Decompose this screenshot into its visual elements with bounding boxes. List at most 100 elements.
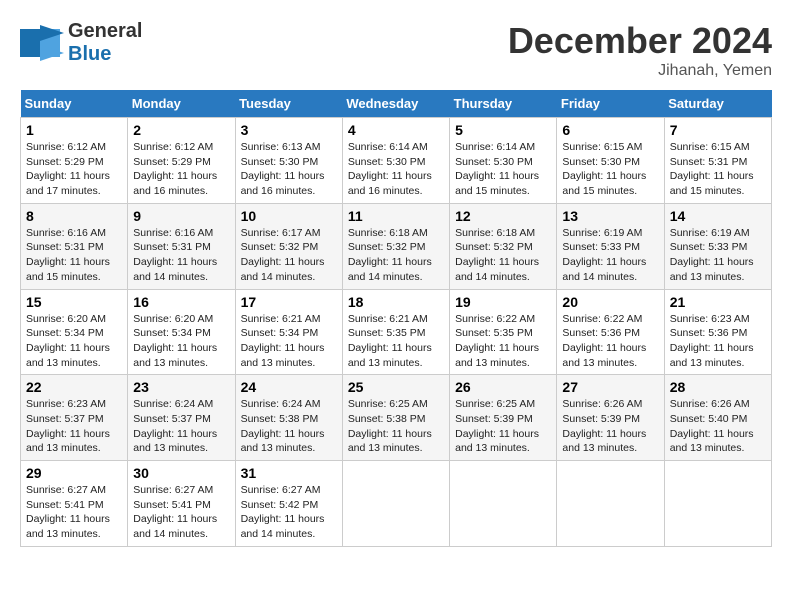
day-info: Sunrise: 6:15 AMSunset: 5:30 PMDaylight:… xyxy=(562,140,658,199)
day-number: 6 xyxy=(562,122,658,138)
empty-cell xyxy=(342,461,449,547)
day-number: 2 xyxy=(133,122,229,138)
day-number: 1 xyxy=(26,122,122,138)
empty-cell xyxy=(664,461,771,547)
day-info: Sunrise: 6:23 AMSunset: 5:37 PMDaylight:… xyxy=(26,397,122,456)
day-info: Sunrise: 6:14 AMSunset: 5:30 PMDaylight:… xyxy=(348,140,444,199)
day-number: 12 xyxy=(455,208,551,224)
calendar-day-cell: 2 Sunrise: 6:12 AMSunset: 5:29 PMDaylight… xyxy=(128,118,235,204)
empty-cell xyxy=(557,461,664,547)
day-info: Sunrise: 6:19 AMSunset: 5:33 PMDaylight:… xyxy=(670,226,766,285)
page-header: General Blue December 2024 Jihanah, Yeme… xyxy=(20,20,772,80)
day-number: 13 xyxy=(562,208,658,224)
calendar-day-cell: 16 Sunrise: 6:20 AMSunset: 5:34 PMDayligh… xyxy=(128,289,235,375)
calendar-day-cell: 11Sunrise: 6:18 AMSunset: 5:32 PMDayligh… xyxy=(342,203,449,289)
calendar-day-cell: 22 Sunrise: 6:23 AMSunset: 5:37 PMDayligh… xyxy=(21,375,128,461)
day-number: 26 xyxy=(455,379,551,395)
day-info: Sunrise: 6:22 AMSunset: 5:35 PMDaylight:… xyxy=(455,312,551,371)
calendar-day-cell: 21Sunrise: 6:23 AMSunset: 5:36 PMDayligh… xyxy=(664,289,771,375)
day-number: 4 xyxy=(348,122,444,138)
calendar-day-cell: 31Sunrise: 6:27 AMSunset: 5:42 PMDayligh… xyxy=(235,461,342,547)
day-number: 5 xyxy=(455,122,551,138)
header-thursday: Thursday xyxy=(450,90,557,118)
calendar-week-row: 15 Sunrise: 6:20 AMSunset: 5:34 PMDayligh… xyxy=(21,289,772,375)
location: Jihanah, Yemen xyxy=(508,62,772,80)
calendar-day-cell: 10 Sunrise: 6:17 AMSunset: 5:32 PMDayligh… xyxy=(235,203,342,289)
calendar-day-cell: 17Sunrise: 6:21 AMSunset: 5:34 PMDayligh… xyxy=(235,289,342,375)
day-number: 7 xyxy=(670,122,766,138)
calendar-day-cell: 29 Sunrise: 6:27 AMSunset: 5:41 PMDayligh… xyxy=(21,461,128,547)
logo-blue: Blue xyxy=(68,43,111,65)
calendar-day-cell: 4 Sunrise: 6:14 AMSunset: 5:30 PMDaylight… xyxy=(342,118,449,204)
calendar-day-cell: 30Sunrise: 6:27 AMSunset: 5:41 PMDayligh… xyxy=(128,461,235,547)
calendar-day-cell: 20Sunrise: 6:22 AMSunset: 5:36 PMDayligh… xyxy=(557,289,664,375)
day-info: Sunrise: 6:18 AMSunset: 5:32 PMDaylight:… xyxy=(348,226,444,285)
day-info: Sunrise: 6:20 AMSunset: 5:34 PMDaylight:… xyxy=(26,312,122,371)
day-info: Sunrise: 6:25 AMSunset: 5:39 PMDaylight:… xyxy=(455,397,551,456)
day-number: 24 xyxy=(241,379,337,395)
header-saturday: Saturday xyxy=(664,90,771,118)
day-info: Sunrise: 6:15 AMSunset: 5:31 PMDaylight:… xyxy=(670,140,766,199)
day-info: Sunrise: 6:18 AMSunset: 5:32 PMDaylight:… xyxy=(455,226,551,285)
empty-cell xyxy=(450,461,557,547)
calendar-day-cell: 5 Sunrise: 6:14 AMSunset: 5:30 PMDaylight… xyxy=(450,118,557,204)
day-number: 15 xyxy=(26,294,122,310)
header-tuesday: Tuesday xyxy=(235,90,342,118)
calendar-week-row: 22 Sunrise: 6:23 AMSunset: 5:37 PMDayligh… xyxy=(21,375,772,461)
calendar-day-cell: 1Sunrise: 6:12 AMSunset: 5:29 PMDaylight… xyxy=(21,118,128,204)
calendar-day-cell: 14 Sunrise: 6:19 AMSunset: 5:33 PMDayligh… xyxy=(664,203,771,289)
header-wednesday: Wednesday xyxy=(342,90,449,118)
day-info: Sunrise: 6:26 AMSunset: 5:39 PMDaylight:… xyxy=(562,397,658,456)
day-info: Sunrise: 6:12 AMSunset: 5:29 PMDaylight:… xyxy=(133,140,229,199)
day-info: Sunrise: 6:26 AMSunset: 5:40 PMDaylight:… xyxy=(670,397,766,456)
day-number: 18 xyxy=(348,294,444,310)
day-number: 25 xyxy=(348,379,444,395)
day-number: 16 xyxy=(133,294,229,310)
day-number: 10 xyxy=(241,208,337,224)
day-number: 27 xyxy=(562,379,658,395)
calendar-day-cell: 9Sunrise: 6:16 AMSunset: 5:31 PMDaylight… xyxy=(128,203,235,289)
calendar-day-cell: 27 Sunrise: 6:26 AMSunset: 5:39 PMDayligh… xyxy=(557,375,664,461)
calendar-day-cell: 6 Sunrise: 6:15 AMSunset: 5:30 PMDaylight… xyxy=(557,118,664,204)
day-info: Sunrise: 6:20 AMSunset: 5:34 PMDaylight:… xyxy=(133,312,229,371)
day-number: 28 xyxy=(670,379,766,395)
day-info: Sunrise: 6:16 AMSunset: 5:31 PMDaylight:… xyxy=(26,226,122,285)
calendar-day-cell: 25 Sunrise: 6:25 AMSunset: 5:38 PMDayligh… xyxy=(342,375,449,461)
calendar-day-cell: 7 Sunrise: 6:15 AMSunset: 5:31 PMDaylight… xyxy=(664,118,771,204)
day-number: 31 xyxy=(241,465,337,481)
day-info: Sunrise: 6:23 AMSunset: 5:36 PMDaylight:… xyxy=(670,312,766,371)
calendar-day-cell: 18 Sunrise: 6:21 AMSunset: 5:35 PMDayligh… xyxy=(342,289,449,375)
logo-general: General xyxy=(68,20,142,42)
day-number: 29 xyxy=(26,465,122,481)
day-info: Sunrise: 6:21 AMSunset: 5:34 PMDaylight:… xyxy=(241,312,337,371)
day-info: Sunrise: 6:21 AMSunset: 5:35 PMDaylight:… xyxy=(348,312,444,371)
header-monday: Monday xyxy=(128,90,235,118)
day-info: Sunrise: 6:16 AMSunset: 5:31 PMDaylight:… xyxy=(133,226,229,285)
day-info: Sunrise: 6:17 AMSunset: 5:32 PMDaylight:… xyxy=(241,226,337,285)
day-number: 3 xyxy=(241,122,337,138)
calendar-day-cell: 12 Sunrise: 6:18 AMSunset: 5:32 PMDayligh… xyxy=(450,203,557,289)
day-info: Sunrise: 6:24 AMSunset: 5:37 PMDaylight:… xyxy=(133,397,229,456)
day-number: 22 xyxy=(26,379,122,395)
month-title: December 2024 xyxy=(508,20,772,62)
calendar-day-cell: 28 Sunrise: 6:26 AMSunset: 5:40 PMDayligh… xyxy=(664,375,771,461)
title-block: December 2024 Jihanah, Yemen xyxy=(508,20,772,80)
calendar-day-cell: 15 Sunrise: 6:20 AMSunset: 5:34 PMDayligh… xyxy=(21,289,128,375)
day-number: 14 xyxy=(670,208,766,224)
day-number: 8 xyxy=(26,208,122,224)
day-info: Sunrise: 6:27 AMSunset: 5:41 PMDaylight:… xyxy=(26,483,122,542)
day-info: Sunrise: 6:13 AMSunset: 5:30 PMDaylight:… xyxy=(241,140,337,199)
day-info: Sunrise: 6:24 AMSunset: 5:38 PMDaylight:… xyxy=(241,397,337,456)
day-number: 23 xyxy=(133,379,229,395)
calendar-day-cell: 26 Sunrise: 6:25 AMSunset: 5:39 PMDayligh… xyxy=(450,375,557,461)
day-info: Sunrise: 6:19 AMSunset: 5:33 PMDaylight:… xyxy=(562,226,658,285)
day-info: Sunrise: 6:27 AMSunset: 5:41 PMDaylight:… xyxy=(133,483,229,542)
day-number: 19 xyxy=(455,294,551,310)
day-info: Sunrise: 6:14 AMSunset: 5:30 PMDaylight:… xyxy=(455,140,551,199)
calendar-day-cell: 3 Sunrise: 6:13 AMSunset: 5:30 PMDaylight… xyxy=(235,118,342,204)
calendar-header-row: Sunday Monday Tuesday Wednesday Thursday… xyxy=(21,90,772,118)
day-info: Sunrise: 6:25 AMSunset: 5:38 PMDaylight:… xyxy=(348,397,444,456)
header-friday: Friday xyxy=(557,90,664,118)
calendar-day-cell: 24 Sunrise: 6:24 AMSunset: 5:38 PMDayligh… xyxy=(235,375,342,461)
calendar-day-cell: 8 Sunrise: 6:16 AMSunset: 5:31 PMDaylight… xyxy=(21,203,128,289)
